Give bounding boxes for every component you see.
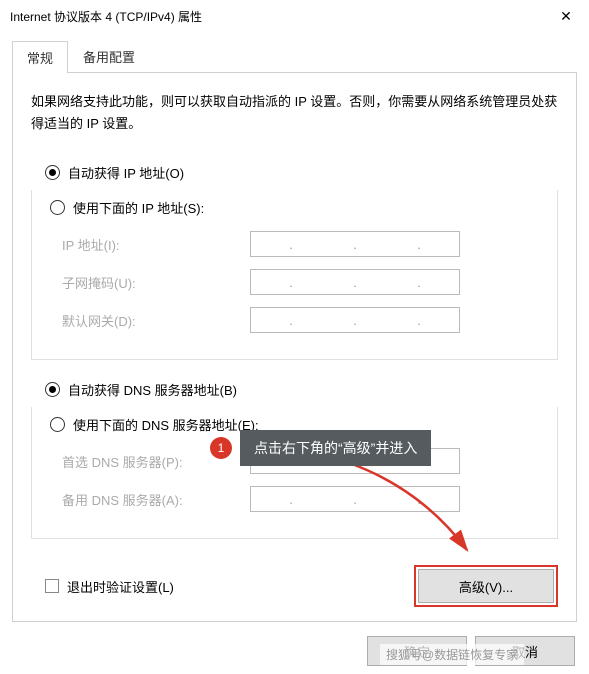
titlebar: Internet 协议版本 4 (TCP/IPv4) 属性 ✕ (0, 0, 589, 32)
radio-icon (45, 382, 60, 397)
radio-icon (50, 417, 65, 432)
validate-checkbox-row[interactable]: 退出时验证设置(L) (31, 577, 174, 596)
radio-label: 使用下面的 IP 地址(S): (73, 198, 204, 217)
tab-general[interactable]: 常规 (12, 41, 68, 73)
checkbox-icon (45, 579, 59, 593)
bottom-row: 退出时验证设置(L) 高级(V)... (31, 559, 558, 607)
content: 常规 备用配置 如果网络支持此功能，则可以获取自动指派的 IP 设置。否则，你需… (0, 32, 589, 622)
ip-address-label: IP 地址(I): (50, 235, 250, 254)
tabs: 常规 备用配置 (12, 40, 577, 73)
radio-icon (50, 200, 65, 215)
radio-label: 自动获得 DNS 服务器地址(B) (68, 380, 237, 399)
panel-general: 如果网络支持此功能，则可以获取自动指派的 IP 设置。否则，你需要从网络系统管理… (12, 73, 577, 622)
subnet-mask-label: 子网掩码(U): (50, 273, 250, 292)
ip-address-row: IP 地址(I): ... (50, 231, 539, 257)
window-title: Internet 协议版本 4 (TCP/IPv4) 属性 (10, 8, 202, 25)
radio-auto-dns[interactable]: 自动获得 DNS 服务器地址(B) (31, 380, 558, 399)
advanced-button[interactable]: 高级(V)... (418, 569, 554, 603)
radio-icon (45, 165, 60, 180)
radio-auto-ip[interactable]: 自动获得 IP 地址(O) (31, 163, 558, 182)
gateway-label: 默认网关(D): (50, 311, 250, 330)
gateway-input[interactable]: ... (250, 307, 460, 333)
tab-alternate[interactable]: 备用配置 (68, 40, 150, 72)
close-icon[interactable]: ✕ (543, 0, 589, 32)
ip-address-input[interactable]: ... (250, 231, 460, 257)
annotation: 1 点击右下角的“高级”并进入 (210, 430, 431, 466)
dns-radio-group: 自动获得 DNS 服务器地址(B) (31, 380, 558, 399)
dns-manual-group: 使用下面的 DNS 服务器地址(E): 首选 DNS 服务器(P): ... 备… (31, 407, 558, 539)
subnet-mask-row: 子网掩码(U): ... (50, 269, 539, 295)
watermark: 搜狐号@数据链恢复专家 (380, 644, 524, 665)
gateway-row: 默认网关(D): ... (50, 307, 539, 333)
dns-alternate-label: 备用 DNS 服务器(A): (50, 490, 250, 509)
radio-label: 自动获得 IP 地址(O) (68, 163, 184, 182)
validate-label: 退出时验证设置(L) (67, 577, 174, 596)
intro-text: 如果网络支持此功能，则可以获取自动指派的 IP 设置。否则，你需要从网络系统管理… (31, 91, 558, 135)
dns-alternate-input[interactable]: ... (250, 486, 460, 512)
advanced-highlight: 高级(V)... (414, 565, 558, 607)
annotation-text: 点击右下角的“高级”并进入 (240, 430, 431, 466)
subnet-mask-input[interactable]: ... (250, 269, 460, 295)
ip-manual-group: 使用下面的 IP 地址(S): IP 地址(I): ... 子网掩码(U): .… (31, 190, 558, 360)
dns-alternate-row: 备用 DNS 服务器(A): ... (50, 486, 539, 512)
ip-radio-group: 自动获得 IP 地址(O) (31, 163, 558, 182)
radio-manual-ip[interactable]: 使用下面的 IP 地址(S): (50, 198, 208, 217)
annotation-badge: 1 (210, 437, 232, 459)
